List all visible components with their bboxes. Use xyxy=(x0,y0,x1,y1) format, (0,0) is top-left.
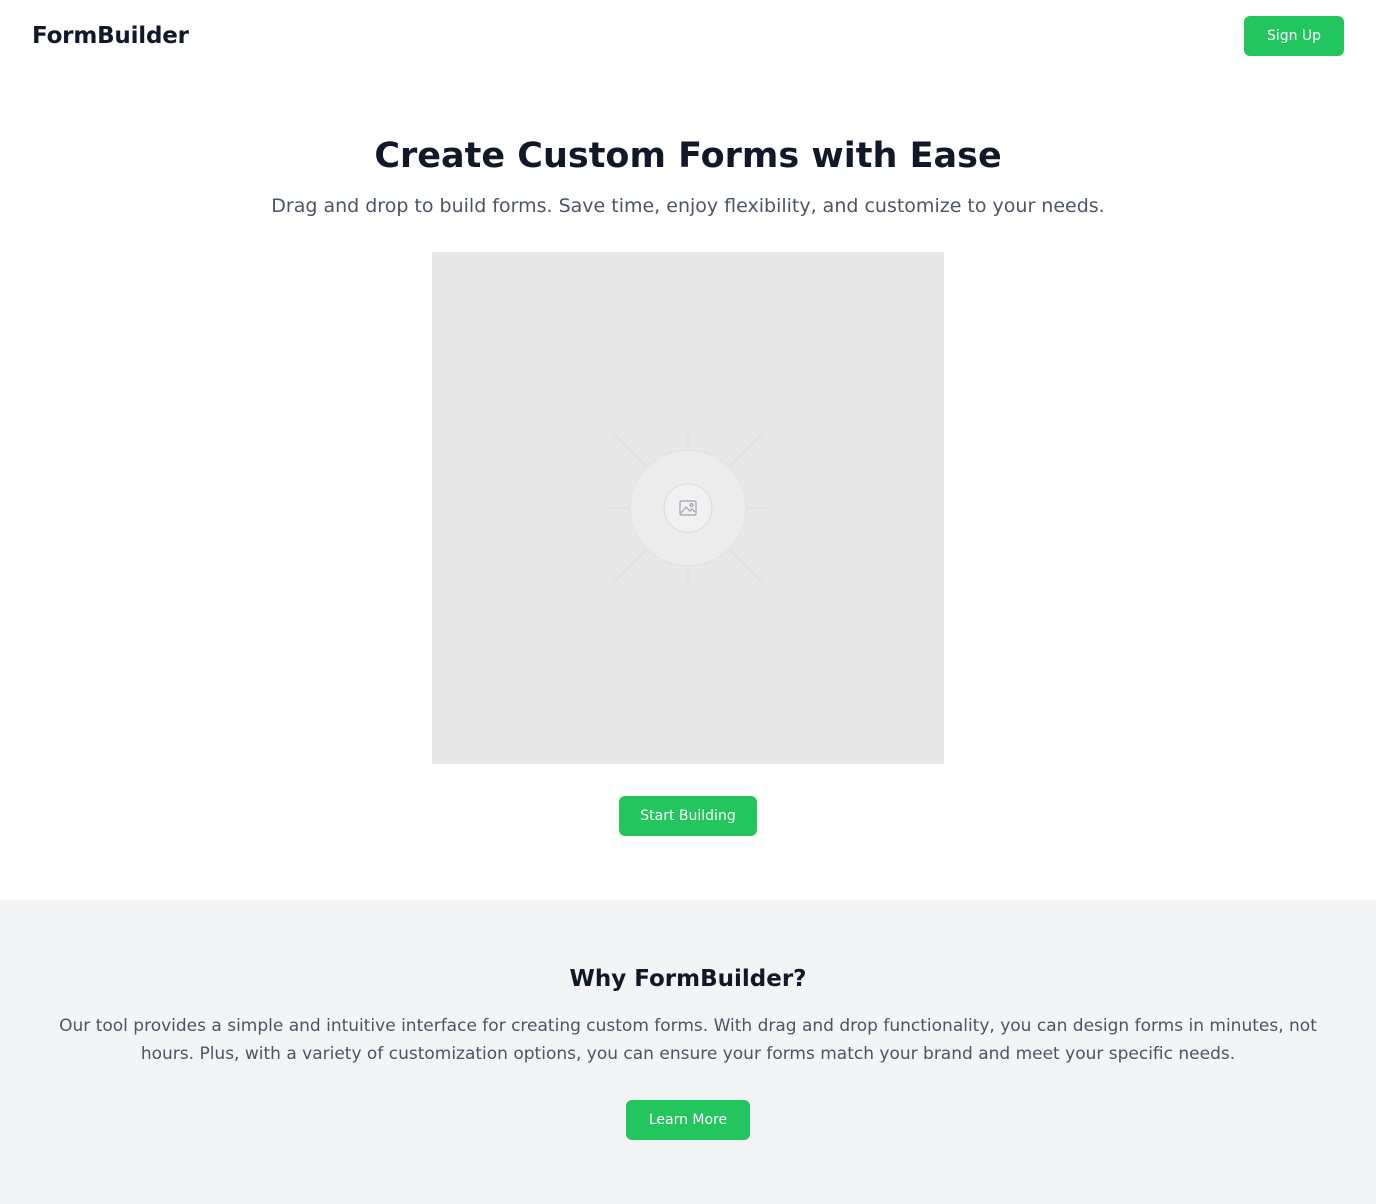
hero-section: Create Custom Forms with Ease Drag and d… xyxy=(0,72,1376,900)
placeholder-graphic xyxy=(608,428,768,588)
why-title: Why FormBuilder? xyxy=(569,966,807,992)
site-header: FormBuilder Sign Up xyxy=(0,0,1376,72)
hero-image-placeholder xyxy=(432,252,944,764)
hero-title: Create Custom Forms with Ease xyxy=(374,136,1002,176)
logo[interactable]: FormBuilder xyxy=(32,20,189,52)
sign-up-button[interactable]: Sign Up xyxy=(1244,16,1344,56)
hero-subtitle: Drag and drop to build forms. Save time,… xyxy=(271,195,1105,217)
learn-more-button[interactable]: Learn More xyxy=(626,1100,750,1140)
start-building-button[interactable]: Start Building xyxy=(619,796,757,836)
why-section: Why FormBuilder? Our tool provides a sim… xyxy=(0,900,1376,1204)
why-description: Our tool provides a simple and intuitive… xyxy=(59,1016,1317,1064)
